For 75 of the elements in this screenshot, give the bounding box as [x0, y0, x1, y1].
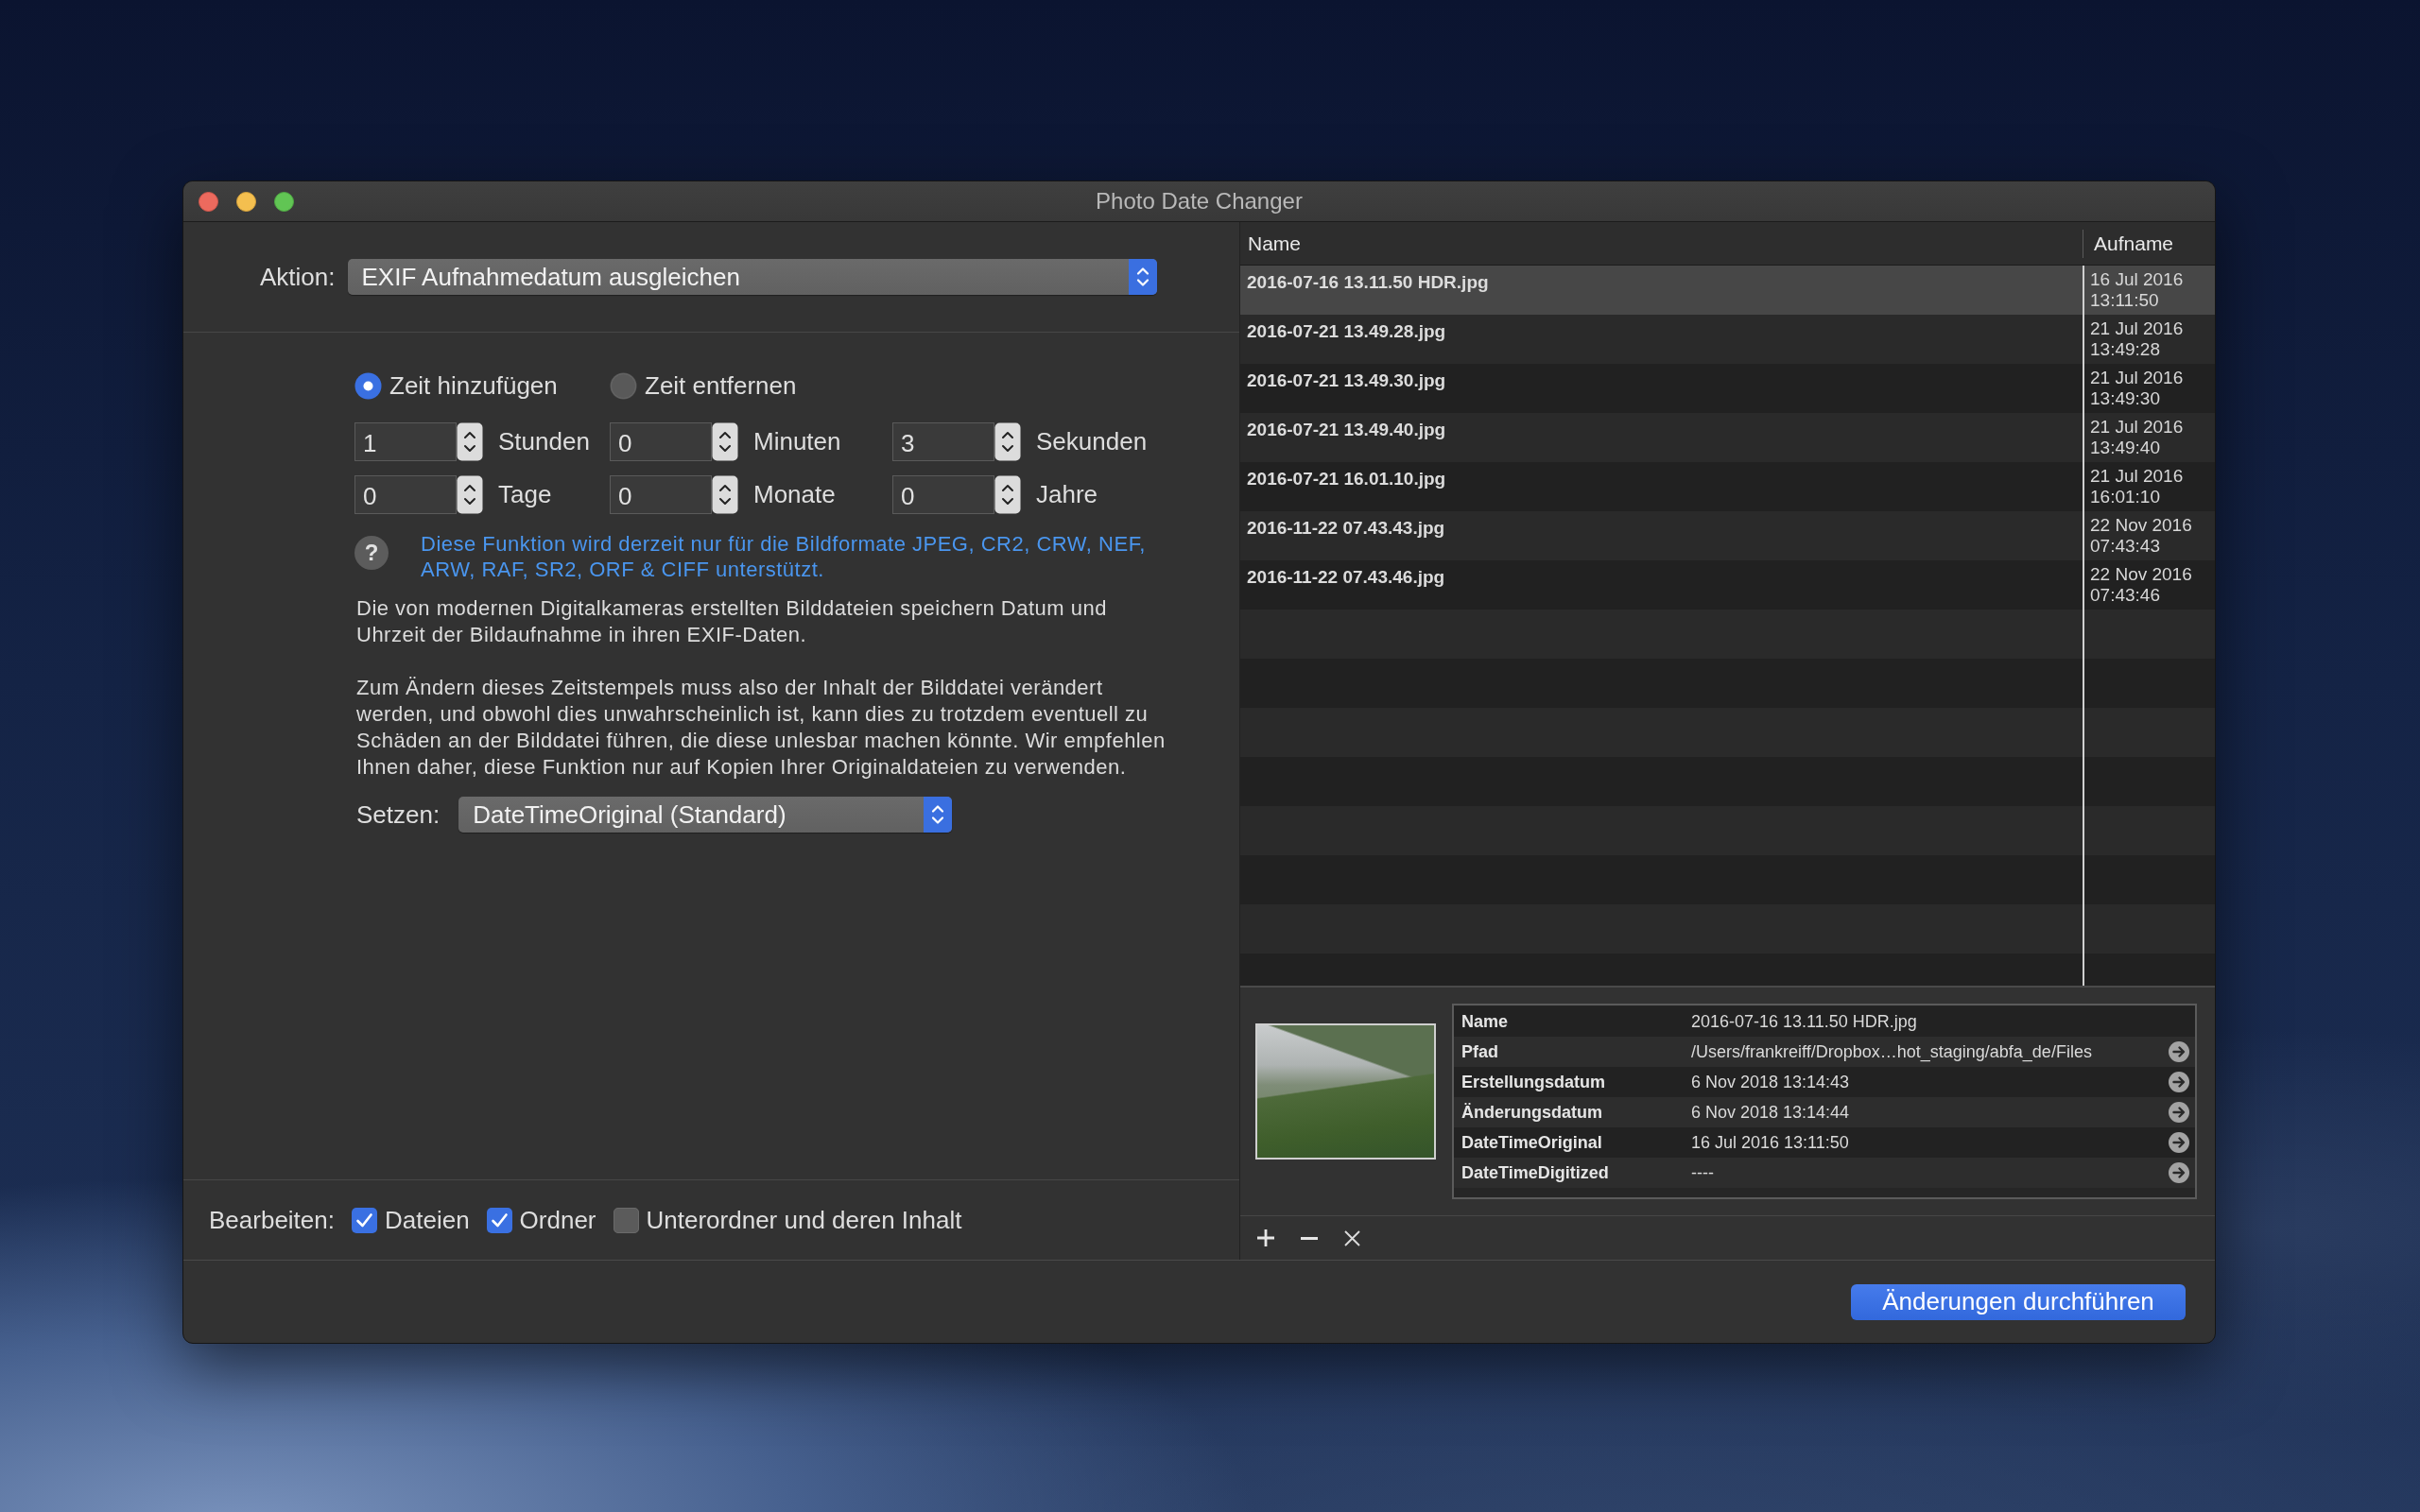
- file-name-cell-text: 2016-07-16 13.11.50 HDR.jpg: [1246, 271, 1490, 294]
- unit-label: Jahre: [1035, 480, 1099, 509]
- detail-key: DateTimeOriginal: [1454, 1132, 1691, 1153]
- action-dropdown[interactable]: EXIF Aufnahmedatum ausgleichen: [347, 259, 1157, 295]
- file-name-cell-text: 2016-07-21 13.49.40.jpg: [1246, 419, 1447, 441]
- detail-value: 16 Jul 2016 13:11:50: [1691, 1132, 1850, 1153]
- number-field[interactable]: 0: [610, 475, 712, 514]
- detail-key: Erstellungsdatum: [1454, 1072, 1691, 1092]
- unit-label: Minuten: [752, 427, 842, 456]
- detail-value: 6 Nov 2018 13:14:43: [1691, 1072, 1851, 1092]
- close-button[interactable]: [199, 191, 218, 212]
- detail-value: ----: [1691, 1162, 1715, 1183]
- checkbox[interactable]: [613, 1207, 639, 1233]
- radio-label: Zeit hinzufügen: [389, 371, 558, 401]
- updown-chevron-icon: [924, 797, 953, 833]
- stepper-icon[interactable]: [994, 422, 1021, 461]
- checkbox-label: Dateien: [385, 1205, 470, 1235]
- detail-value: /Users/frankreiff/Dropbox…hot_staging/abfa_de/Files: [1691, 1041, 2093, 1062]
- file-name-cell-text: 2016-11-22 07.43.43.jpg: [1246, 517, 1446, 540]
- number-field[interactable]: 0: [354, 475, 457, 514]
- maximize-button[interactable]: [274, 191, 294, 212]
- number-field[interactable]: 3: [892, 422, 994, 461]
- cross-icon[interactable]: [1344, 1229, 1360, 1246]
- stepper-icon[interactable]: [712, 475, 738, 514]
- date-cell: 22 Nov 2016 07:43:46: [2083, 560, 2215, 610]
- detail-value: 2016-07-16 13.11.50 HDR.jpg: [1691, 1011, 1918, 1032]
- arrow-circle-icon[interactable]: [2169, 1102, 2189, 1123]
- help-button[interactable]: ?: [354, 536, 389, 570]
- description-text: Zum Ändern dieses Zeitstempels muss also der Inhalt der Bilddatei verändert werden, und obwohl dies unwahrscheinlich ist, kann dies zu trotzdem eventuell zu Schäden an der Bilddatei führen, die diese unlesbar machen könnte. Wir empfehlen Ihnen daher, diese Funktion nur auf Kopien Ihrer Originaldateien zu verwenden.: [356, 675, 1167, 781]
- unit-label: Stunden: [497, 427, 591, 456]
- stepper-icon[interactable]: [712, 422, 738, 461]
- field-dropdown[interactable]: DateTimeOriginal (Standard): [458, 797, 953, 833]
- number-field[interactable]: 1: [354, 422, 457, 461]
- set-label: Setzen:: [356, 799, 441, 830]
- arrow-circle-icon[interactable]: [2169, 1072, 2189, 1092]
- checkbox-label: Ordner: [519, 1205, 596, 1235]
- arrow-circle-icon[interactable]: [2169, 1041, 2189, 1062]
- arrow-circle-icon[interactable]: [2169, 1162, 2189, 1183]
- detail-value: 6 Nov 2018 13:14:44: [1691, 1102, 1851, 1123]
- file-name-cell-text: 2016-07-21 13.49.30.jpg: [1246, 369, 1447, 392]
- radio-label: Zeit entfernen: [645, 371, 797, 401]
- file-name-cell-text: 2016-11-22 07.43.46.jpg: [1246, 566, 1446, 589]
- unit-label: Tage: [497, 480, 553, 509]
- arrow-circle-icon[interactable]: [2169, 1132, 2189, 1153]
- action-label: Aktion:: [260, 262, 336, 292]
- column-header[interactable]: Aufname: [2083, 229, 2215, 258]
- minimize-button[interactable]: [236, 191, 256, 212]
- file-name-cell-text: 2016-07-21 16.01.10.jpg: [1246, 468, 1447, 490]
- radio-button[interactable]: [354, 372, 382, 400]
- stepper-icon[interactable]: [994, 475, 1021, 514]
- file-row[interactable]: 2016-07-16 13.11.50 HDR.jpg 16 Jul 2016 13:11:50: [1240, 266, 2215, 315]
- stepper-icon[interactable]: [457, 422, 483, 461]
- unit-label: Sekunden: [1035, 427, 1149, 456]
- updown-chevron-icon: [1128, 259, 1157, 295]
- checkbox[interactable]: [352, 1207, 377, 1233]
- plus-icon[interactable]: [1257, 1229, 1274, 1246]
- number-field[interactable]: 0: [892, 475, 994, 514]
- number-field[interactable]: 0: [610, 422, 712, 461]
- apply-button[interactable]: Änderungen durchführen: [1851, 1283, 2186, 1320]
- detail-key: Pfad: [1454, 1041, 1691, 1062]
- detail-key: Name: [1454, 1011, 1691, 1032]
- stepper-icon[interactable]: [457, 475, 483, 514]
- edit-label: Bearbeiten:: [209, 1205, 335, 1235]
- column-header[interactable]: Name: [1240, 232, 2083, 255]
- checkbox[interactable]: [486, 1207, 512, 1233]
- unit-label: Monate: [752, 480, 837, 509]
- minus-icon[interactable]: [1301, 1236, 1318, 1240]
- detail-key: Änderungsdatum: [1454, 1102, 1691, 1123]
- description-text: Die von modernen Digitalkameras erstellten Bilddateien speichern Datum und Uhrzeit der Bildaufnahme in ihren EXIF-Daten.: [356, 595, 1108, 648]
- info-note: Diese Funktion wird derzeit nur für die Bildformate JPEG, CR2, CRW, NEF, ARW, RAF, SR2, ORF & CIFF unterstützt.: [421, 531, 1147, 582]
- checkbox-label: Unterordner und deren Inhalt: [646, 1205, 962, 1235]
- file-name-cell-text: 2016-07-21 13.49.28.jpg: [1246, 320, 1447, 343]
- radio-button[interactable]: [610, 372, 637, 400]
- detail-key: DateTimeDigitized: [1454, 1162, 1691, 1183]
- window-title: Photo Date Changer: [1096, 188, 1303, 215]
